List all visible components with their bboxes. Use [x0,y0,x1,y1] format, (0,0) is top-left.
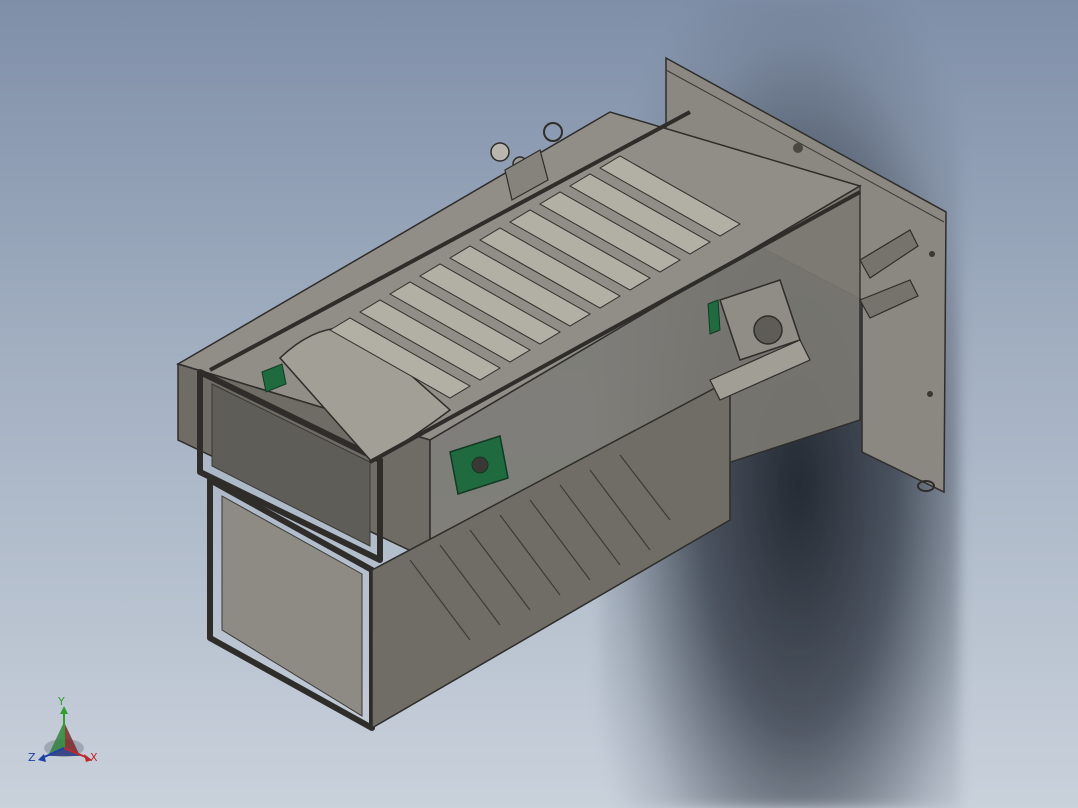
conveyor-assembly-model[interactable] [0,0,1078,808]
y-axis-label: Y [58,695,65,708]
pipe-fitting [543,122,563,142]
axis-triad: Y X Z [22,692,112,772]
bearing-block [707,299,721,335]
motor-gear [753,315,783,345]
pipe-fitting [490,142,510,162]
plate-hole [927,391,933,397]
plate-hole [929,251,935,257]
plate-hole [793,143,803,153]
x-axis-label: X [90,751,98,764]
z-axis-label: Z [28,751,36,764]
bearing-bore [471,456,489,474]
cad-viewport[interactable]: Y X Z [0,0,1078,808]
